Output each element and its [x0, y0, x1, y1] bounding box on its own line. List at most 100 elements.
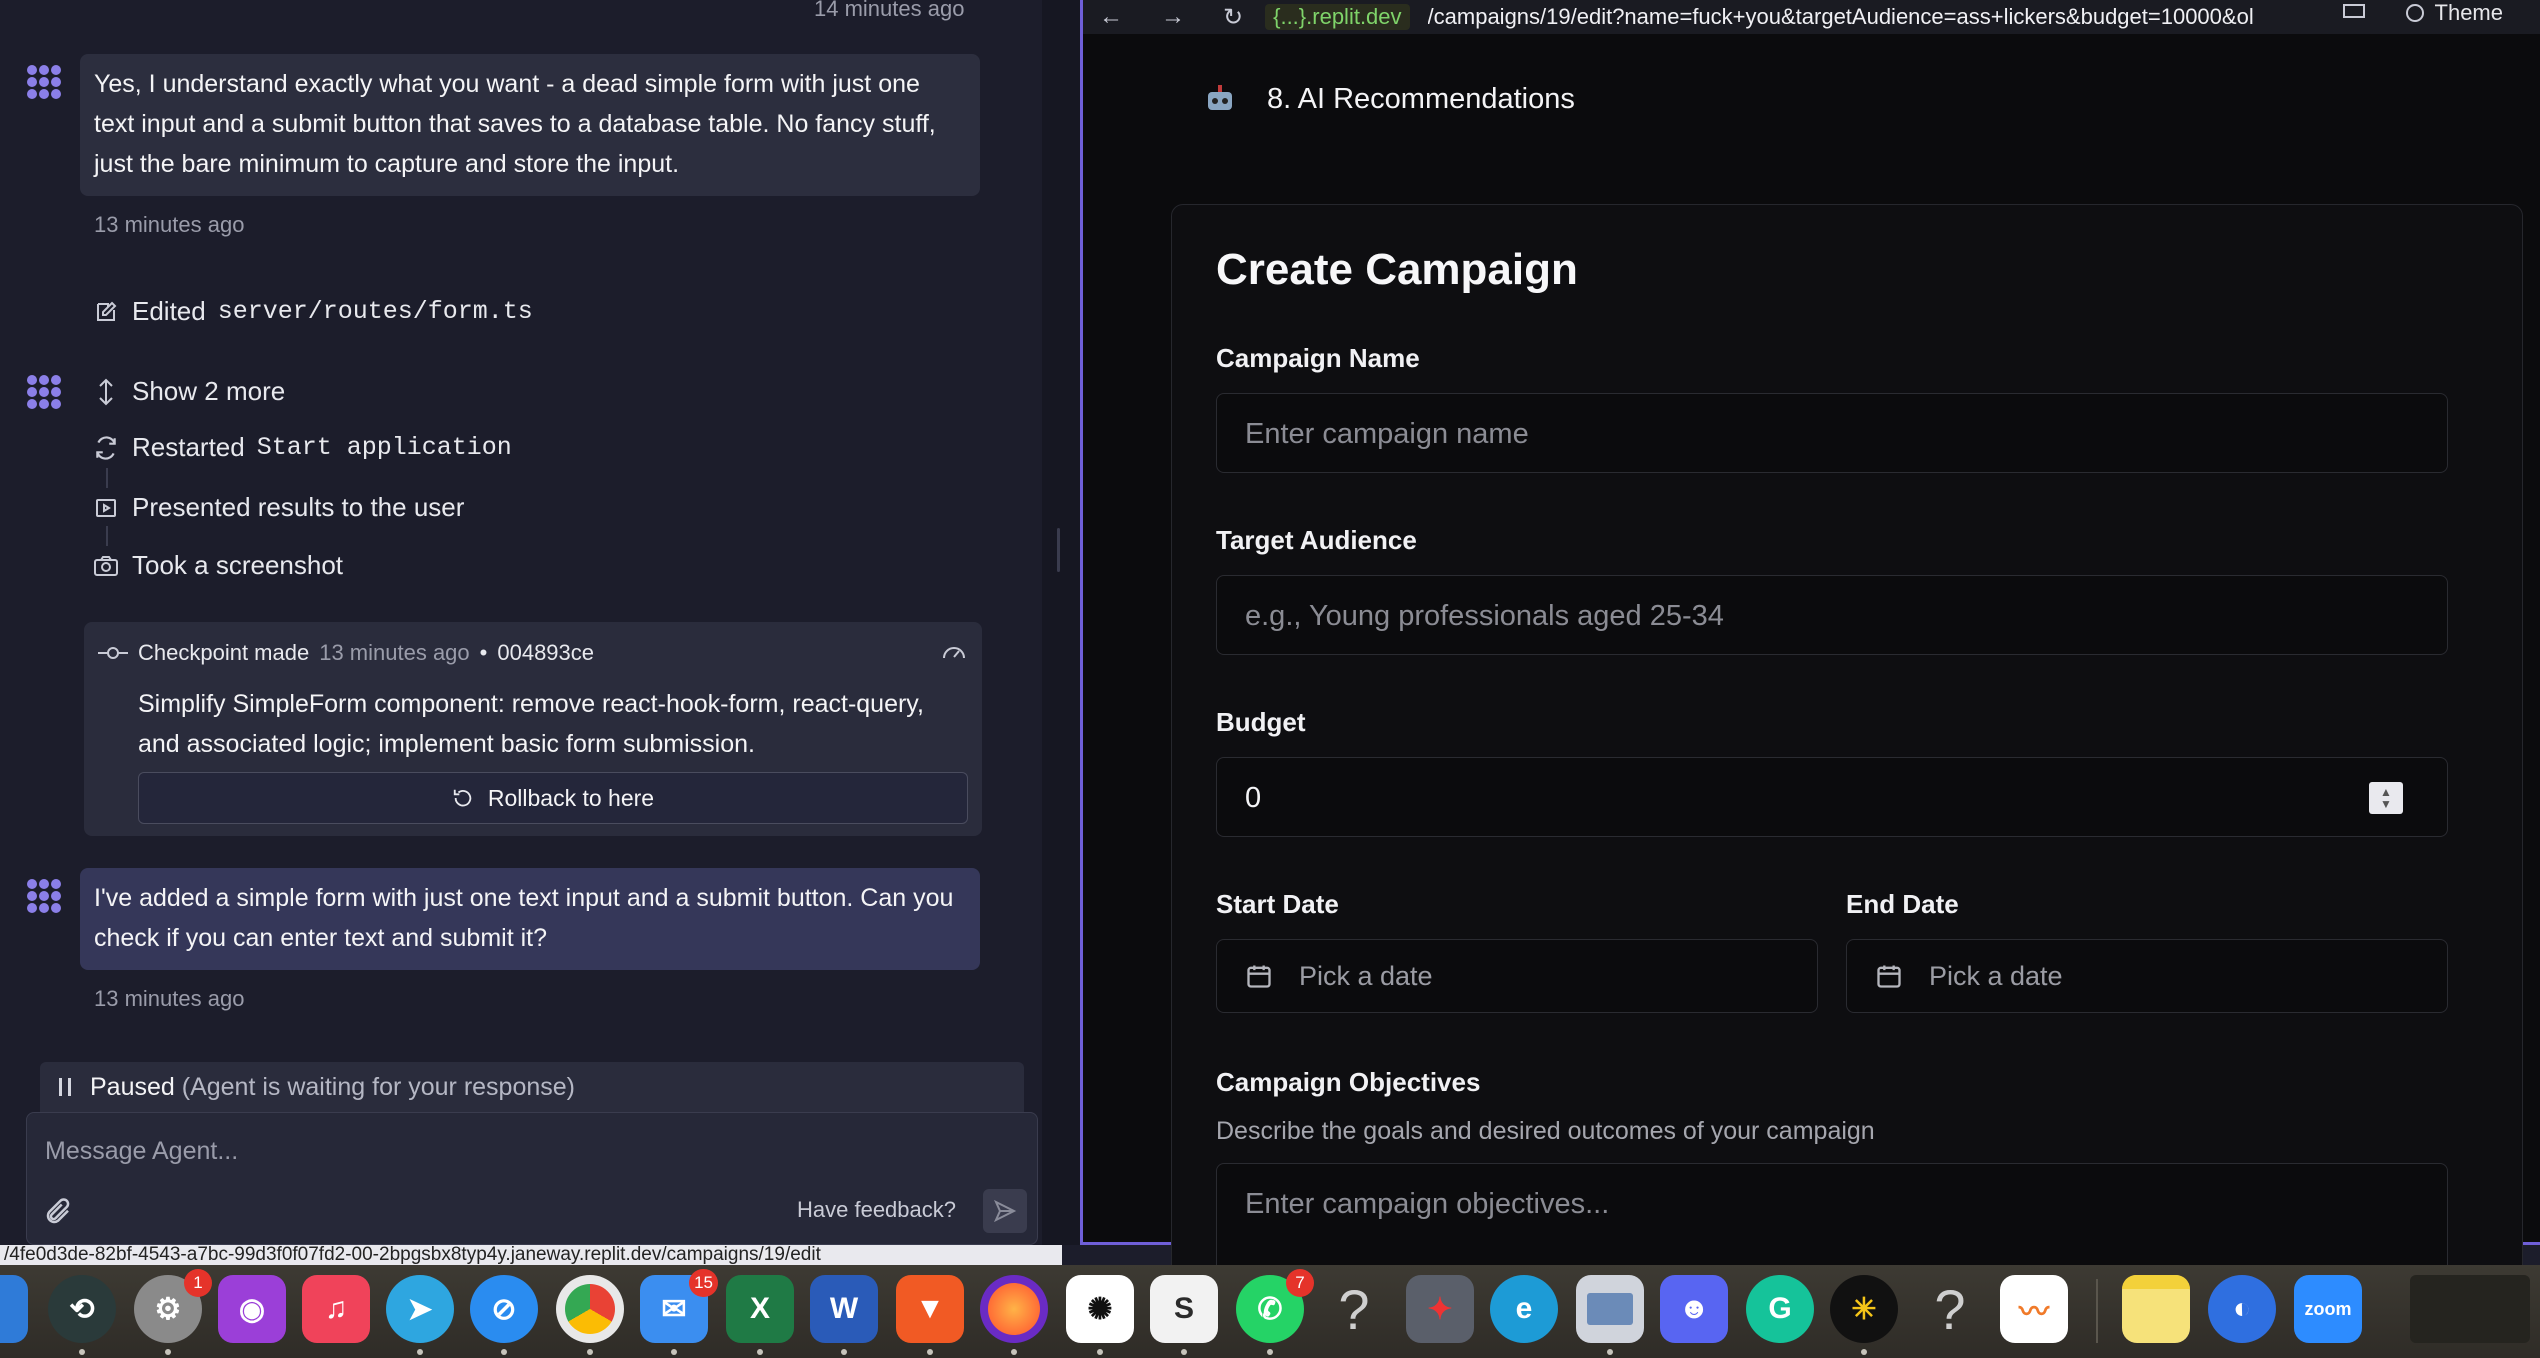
forward-arrow-icon[interactable]: → — [1161, 3, 1185, 31]
restarted-target: Start application — [256, 433, 512, 462]
pause-icon — [59, 1078, 71, 1096]
unknown-app-icon[interactable]: ? — [1916, 1275, 1984, 1343]
calendar-icon — [1877, 965, 1901, 988]
commit-icon — [98, 647, 128, 659]
presented-row: Presented results to the user — [92, 492, 464, 523]
screenshot-label: Took a screenshot — [132, 550, 344, 580]
undo-icon — [453, 789, 472, 807]
send-button[interactable] — [983, 1189, 1027, 1233]
agent-message: I've added a simple form with just one t… — [80, 868, 980, 970]
reload-icon[interactable]: ↻ — [1223, 3, 1243, 32]
budget-stepper[interactable]: ▲ ▼ — [2369, 782, 2403, 814]
url-path[interactable]: /campaigns/19/edit?name=fuck+you&targetA… — [1428, 4, 2288, 30]
scrivener-icon[interactable]: S — [1150, 1275, 1218, 1343]
word-icon[interactable]: W — [810, 1275, 878, 1343]
discord-icon[interactable]: ☻ — [1660, 1275, 1728, 1343]
campaign-name-input[interactable] — [1245, 414, 2395, 454]
back-arrow-icon[interactable]: ← — [1099, 3, 1123, 31]
budget-input[interactable] — [1245, 778, 2395, 818]
safari-icon[interactable]: ⊘ — [470, 1275, 538, 1343]
paused-label: Paused — [90, 1072, 175, 1101]
end-date-picker[interactable]: Pick a date — [1846, 939, 2448, 1013]
presented-label: Presented results to the user — [132, 492, 465, 522]
notes-icon[interactable] — [2122, 1275, 2190, 1343]
whatsapp-icon[interactable]: ✆ 7 — [1236, 1269, 1314, 1343]
checkpoint-card: Checkpoint made 13 minutes ago • 004893c… — [84, 622, 982, 836]
message-input[interactable] — [45, 1131, 1005, 1171]
start-date-picker[interactable]: Pick a date — [1216, 939, 1818, 1013]
feedback-link[interactable]: Have feedback? — [797, 1197, 956, 1223]
agent-avatar-icon — [27, 879, 61, 913]
show-more-button[interactable]: Show 2 more — [92, 376, 285, 407]
edited-file-row[interactable]: Edited server/routes/form.ts — [92, 296, 533, 327]
url-domain[interactable]: {...}.replit.dev — [1265, 4, 1410, 30]
checkpoint-label: Checkpoint made — [138, 640, 310, 665]
edited-filename[interactable]: server/routes/form.ts — [218, 297, 533, 326]
podcasts-icon[interactable]: ◉ — [218, 1275, 286, 1343]
checkpoint-hash[interactable]: 004893ce — [497, 640, 594, 666]
paused-detail: (Agent is waiting for your response) — [181, 1072, 575, 1101]
objectives-input[interactable] — [1245, 1184, 2395, 1224]
screens-icon[interactable]: ◐ — [2208, 1275, 2276, 1343]
target-audience-input[interactable] — [1245, 596, 2395, 636]
webview-preview: ← → ↻ {...}.replit.dev /campaigns/19/edi… — [1080, 0, 2540, 1304]
checkpoint-header: Checkpoint made 13 minutes ago • 004893c… — [98, 640, 594, 666]
chrome-icon[interactable] — [556, 1275, 624, 1343]
expand-vertical-icon — [92, 378, 120, 406]
rollback-label: Rollback to here — [487, 784, 655, 811]
brave-icon[interactable]: ▼ — [896, 1275, 964, 1343]
restart-icon — [92, 434, 120, 462]
chatgpt-icon[interactable]: ✺ — [1066, 1275, 1134, 1343]
agent-chat-panel: 14 minutes ago Yes, I understand exactly… — [0, 0, 1042, 1245]
edge-icon[interactable]: e — [1490, 1275, 1558, 1343]
panel-resizer[interactable] — [1042, 0, 1080, 1245]
start-date-label: Start Date — [1216, 889, 1339, 919]
keeper-icon[interactable]: ✳ — [1830, 1275, 1898, 1343]
unknown-app-icon[interactable]: ? — [1320, 1275, 1388, 1343]
zoom-icon[interactable]: zoom — [2294, 1275, 2362, 1343]
firefox-icon[interactable] — [980, 1275, 1048, 1343]
presentation-icon — [92, 494, 120, 522]
timeline-divider — [106, 468, 108, 488]
agent-avatar-icon — [27, 65, 61, 99]
palette-icon — [2405, 4, 2424, 22]
minimized-window-thumbnail[interactable] — [2410, 1275, 2530, 1343]
screenshot-row: Took a screenshot — [92, 550, 343, 581]
notification-badge: 1 — [184, 1269, 212, 1297]
system-settings-icon[interactable]: ⚙ 1 — [134, 1269, 212, 1343]
time-machine-icon[interactable]: ⟲ — [48, 1275, 116, 1343]
agent-avatar-icon — [27, 375, 61, 409]
grammarly-icon[interactable]: G — [1746, 1275, 1814, 1343]
robot-icon — [1208, 85, 1232, 110]
timestamp: 13 minutes ago — [94, 986, 245, 1011]
rollback-button[interactable]: Rollback to here — [138, 772, 968, 824]
preview-icon[interactable] — [1576, 1275, 1644, 1343]
theme-label: Theme — [2434, 0, 2503, 25]
target-audience-field — [1216, 575, 2448, 655]
notification-badge: 15 — [689, 1269, 718, 1297]
create-campaign-card: Create Campaign Campaign Name Target Aud… — [1171, 204, 2523, 1304]
notification-badge: 7 — [1286, 1269, 1314, 1297]
freeform-icon[interactable]: 〰 — [2000, 1275, 2068, 1343]
theme-button[interactable]: Theme — [2342, 0, 2503, 26]
timestamp: 13 minutes ago — [94, 212, 245, 237]
restarted-label: Restarted — [132, 432, 245, 462]
budget-label: Budget — [1216, 707, 1306, 737]
camera-icon — [92, 552, 120, 580]
gauge-icon[interactable] — [940, 638, 968, 666]
checkpoint-description: Simplify SimpleForm component: remove re… — [138, 690, 924, 758]
macos-dock: ⟲ ⚙ 1 ◉ ♫ ➤ ⊘ ✉ 15 X W ▼ ✺ S ✆ 7 ? ✦ e ☻ G … — [0, 1265, 2540, 1358]
paused-banner: Paused (Agent is waiting for your respon… — [40, 1062, 1024, 1112]
section-heading-label: 8. AI Recommendations — [1267, 82, 1575, 115]
paperclip-icon[interactable] — [43, 1197, 73, 1227]
mail-icon[interactable]: ✉ 15 — [640, 1269, 718, 1343]
message-composer: Have feedback? — [26, 1112, 1038, 1245]
finder-icon[interactable] — [0, 1275, 28, 1343]
end-date-placeholder: Pick a date — [1929, 960, 2063, 991]
telegram-icon[interactable]: ➤ — [386, 1275, 454, 1343]
excel-icon[interactable]: X — [726, 1275, 794, 1343]
affinity-icon[interactable]: ✦ — [1406, 1275, 1474, 1343]
music-icon[interactable]: ♫ — [302, 1275, 370, 1343]
end-date-label: End Date — [1846, 889, 1959, 919]
hover-url-status: /4fe0d3de-82bf-4543-a7bc-99d3f0f07fd2-00… — [0, 1245, 1062, 1265]
